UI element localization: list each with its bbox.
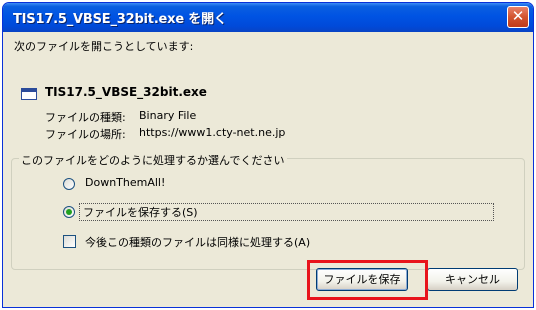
radio-selected-dot (66, 209, 72, 215)
file-open-dialog: TIS17.5_VBSE_32bit.exe を開く ✕ 次のファイルを開こうと… (2, 2, 534, 308)
title-bar[interactable]: TIS17.5_VBSE_32bit.exe を開く ✕ (3, 3, 533, 32)
file-location-label: ファイルの場所: (45, 128, 126, 141)
group-label: このファイルをどのように処理するか選んでください (19, 152, 288, 168)
remember-choice-label[interactable]: 今後この種類のファイルは同様に処理する(A) (85, 234, 310, 250)
file-location-value: https://www1.cty-net.ne.jp (139, 126, 286, 139)
option-save-file-label[interactable]: ファイルを保存する(S) (83, 204, 198, 220)
close-button[interactable]: ✕ (507, 6, 529, 28)
remember-choice-checkbox[interactable] (63, 235, 76, 248)
highlight-box (307, 260, 428, 300)
application-file-icon (21, 88, 37, 100)
file-name: TIS17.5_VBSE_32bit.exe (45, 85, 207, 99)
file-type-value: Binary File (139, 109, 197, 122)
radio-downthemall[interactable] (63, 178, 75, 190)
intro-text: 次のファイルを開こうとしています: (14, 40, 194, 53)
dialog-title: TIS17.5_VBSE_32bit.exe を開く (13, 12, 227, 27)
radio-save-file[interactable] (63, 206, 75, 218)
close-icon: ✕ (511, 7, 525, 25)
option-downthemall-label[interactable]: DownThemAll! (85, 176, 165, 189)
file-type-label: ファイルの種類: (45, 111, 126, 124)
cancel-button[interactable]: キャンセル (427, 268, 518, 291)
